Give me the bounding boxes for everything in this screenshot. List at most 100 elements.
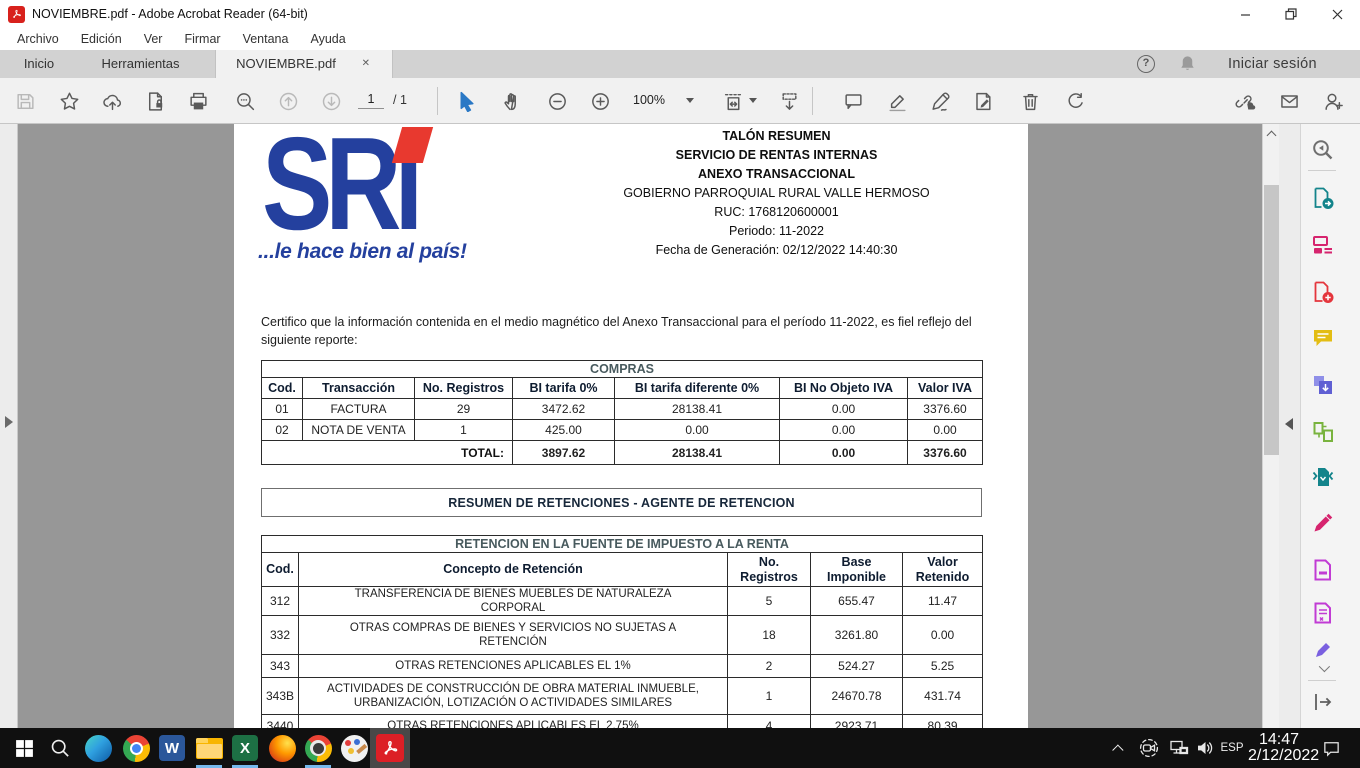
- search-icon[interactable]: [234, 90, 256, 112]
- edit-pdf-icon[interactable]: [1311, 233, 1335, 257]
- tab-close-icon[interactable]: [360, 58, 372, 70]
- tools-panel-collapse-strip[interactable]: [1279, 124, 1300, 728]
- title-bar: NOVIEMBRE.pdf - Adobe Acrobat Reader (64…: [0, 0, 1360, 28]
- fit-caret-icon[interactable]: [749, 98, 757, 103]
- fit-width-icon[interactable]: [722, 90, 744, 112]
- comment-tool-icon[interactable]: [1311, 326, 1335, 350]
- file-explorer-icon[interactable]: [189, 728, 229, 768]
- collapse-tools-panel-icon[interactable]: [1285, 418, 1293, 430]
- open-tools-pane-icon[interactable]: [1311, 690, 1335, 714]
- compress-pdf-icon[interactable]: [1311, 465, 1335, 489]
- browser-profile-icon[interactable]: [298, 728, 338, 768]
- next-page-icon[interactable]: [320, 90, 342, 112]
- share-link-icon[interactable]: [1234, 90, 1256, 112]
- sign-in-button[interactable]: Iniciar sesión: [1228, 50, 1317, 78]
- cell: 5.25: [903, 655, 983, 678]
- save-icon[interactable]: [14, 90, 36, 112]
- chrome-icon[interactable]: [116, 728, 156, 768]
- prepare-form-icon[interactable]: [1311, 601, 1335, 625]
- notifications-bell-icon[interactable]: [1178, 54, 1197, 76]
- cell: 2: [728, 655, 811, 678]
- minimize-button[interactable]: [1222, 0, 1268, 28]
- delete-trash-icon[interactable]: [1019, 90, 1041, 112]
- action-center-icon[interactable]: [1316, 728, 1346, 768]
- document-header: TALÓN RESUMEN SERVICIO DE RENTAS INTERNA…: [529, 127, 1024, 260]
- page-number-input[interactable]: 1: [358, 92, 384, 109]
- taskbar-search-icon[interactable]: [40, 728, 80, 768]
- previous-page-icon[interactable]: [277, 90, 299, 112]
- restore-button[interactable]: [1268, 0, 1314, 28]
- scroll-up-icon[interactable]: [1267, 131, 1277, 141]
- zoom-caret-icon[interactable]: [686, 98, 694, 103]
- header-line: GOBIERNO PARROQUIAL RURAL VALLE HERMOSO: [529, 184, 1024, 203]
- volume-icon[interactable]: [1192, 728, 1218, 768]
- comment-icon[interactable]: [842, 90, 864, 112]
- person-add-icon[interactable]: [1322, 90, 1344, 112]
- menu-ayuda[interactable]: Ayuda: [299, 32, 356, 46]
- acrobat-taskbar-icon[interactable]: [370, 728, 410, 768]
- network-icon[interactable]: [1166, 728, 1192, 768]
- cell: OTRAS RETENCIONES APLICABLES EL 1%: [299, 655, 728, 678]
- fill-sign-icon[interactable]: [972, 90, 994, 112]
- total-cell: 3897.62: [513, 441, 615, 465]
- export-pdf-icon[interactable]: [1311, 186, 1335, 210]
- zoom-out-icon[interactable]: [546, 90, 568, 112]
- panel-separator: [1308, 680, 1336, 681]
- cell: 4: [728, 715, 811, 729]
- organize-pages-icon[interactable]: [1311, 420, 1335, 444]
- word-icon[interactable]: [152, 728, 192, 768]
- find-tools-icon[interactable]: [1311, 138, 1335, 162]
- table-row: 02 NOTA DE VENTA 1 425.00 0.00 0.00 0.00: [262, 420, 983, 441]
- language-indicator[interactable]: ESP: [1216, 728, 1248, 768]
- menu-firmar[interactable]: Firmar: [173, 32, 231, 46]
- menu-ventana[interactable]: Ventana: [232, 32, 300, 46]
- certification-paragraph: Certifico que la información contenida e…: [261, 314, 1003, 349]
- star-icon[interactable]: [58, 90, 80, 112]
- combine-files-icon[interactable]: [1311, 373, 1335, 397]
- hand-tool-icon[interactable]: [501, 90, 523, 112]
- zoom-in-icon[interactable]: [589, 90, 611, 112]
- firefox-icon[interactable]: [262, 728, 302, 768]
- compras-title: COMPRAS: [262, 361, 983, 378]
- highlight-icon[interactable]: [886, 90, 908, 112]
- taskbar: ESP 14:47 2/12/2022: [0, 728, 1360, 768]
- tab-document-active[interactable]: NOVIEMBRE.pdf: [215, 50, 393, 78]
- clock[interactable]: 14:47 2/12/2022: [1248, 732, 1310, 764]
- tray-chevron-icon[interactable]: [1108, 728, 1132, 768]
- paint-icon[interactable]: [334, 728, 374, 768]
- tab-herramientas[interactable]: Herramientas: [78, 50, 203, 78]
- protect-pdf-icon[interactable]: [1311, 558, 1335, 582]
- cell: 312: [262, 587, 299, 616]
- close-button[interactable]: [1314, 0, 1360, 28]
- more-tools-chevron-icon[interactable]: [1319, 661, 1330, 672]
- pdf-page[interactable]: SRi ...le hace bien al país! TALÓN RESUM…: [234, 124, 1028, 728]
- select-tool-icon[interactable]: [455, 90, 477, 112]
- scrollbar-thumb[interactable]: [1264, 185, 1279, 455]
- email-icon[interactable]: [1278, 90, 1300, 112]
- sign-pen-icon[interactable]: [929, 90, 951, 112]
- print-icon[interactable]: [187, 90, 209, 112]
- edge-icon[interactable]: [78, 728, 118, 768]
- menu-archivo[interactable]: Archivo: [6, 32, 70, 46]
- meet-now-icon[interactable]: [1136, 728, 1162, 768]
- excel-icon[interactable]: [225, 728, 265, 768]
- refresh-icon[interactable]: [1064, 90, 1086, 112]
- page-scrolling-icon[interactable]: [778, 90, 800, 112]
- page-lock-icon[interactable]: [144, 90, 166, 112]
- help-icon[interactable]: [1137, 55, 1155, 73]
- tab-bar: Inicio Herramientas NOVIEMBRE.pdf Inicia…: [0, 50, 1360, 78]
- expand-left-panel-icon[interactable]: [5, 416, 13, 428]
- cell: 24670.78: [811, 678, 903, 715]
- menu-ver[interactable]: Ver: [133, 32, 174, 46]
- fill-sign-tool-icon[interactable]: [1311, 511, 1335, 535]
- start-button[interactable]: [4, 728, 44, 768]
- menu-edicion[interactable]: Edición: [70, 32, 133, 46]
- create-pdf-icon[interactable]: [1311, 280, 1335, 304]
- cloud-upload-icon[interactable]: [101, 90, 123, 112]
- tab-inicio[interactable]: Inicio: [0, 50, 78, 78]
- left-panel-strip[interactable]: [0, 124, 18, 728]
- zoom-level-value[interactable]: 100%: [627, 93, 671, 107]
- vertical-scrollbar[interactable]: [1262, 124, 1279, 728]
- column-header: BI tarifa diferente 0%: [615, 378, 780, 399]
- more-tools-pen-icon[interactable]: [1311, 638, 1335, 662]
